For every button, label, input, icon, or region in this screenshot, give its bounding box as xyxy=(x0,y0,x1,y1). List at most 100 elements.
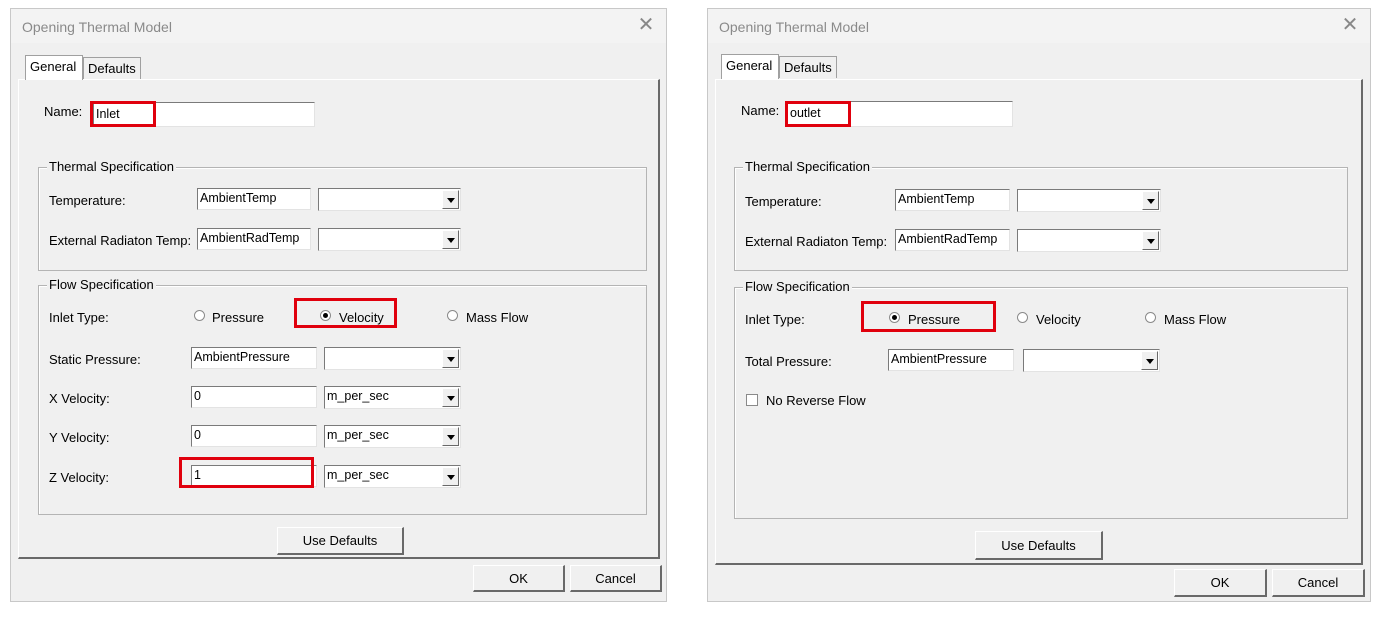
left-ext-rad-label: External Radiaton Temp: xyxy=(49,233,192,248)
left-tab-general[interactable]: General xyxy=(25,55,83,80)
right-titlebar: Opening Thermal Model ✕ xyxy=(708,9,1370,43)
left-ext-rad-value: AmbientRadTemp xyxy=(200,231,300,245)
left-ok-button[interactable]: OK xyxy=(473,565,565,592)
left-use-defaults-label: Use Defaults xyxy=(302,533,378,548)
left-ext-rad-field[interactable]: AmbientRadTemp xyxy=(197,228,311,250)
left-zvel-highlight xyxy=(179,457,314,488)
close-icon[interactable]: ✕ xyxy=(634,13,658,37)
left-titlebar: Opening Thermal Model ✕ xyxy=(11,9,666,43)
right-thermal-title: Thermal Specification xyxy=(743,159,872,174)
left-ok-label: OK xyxy=(509,571,528,586)
right-total-pressure-label: Total Pressure: xyxy=(745,354,832,369)
right-radio-velocity-label: Velocity xyxy=(1036,312,1081,327)
right-ok-button[interactable]: OK xyxy=(1174,569,1267,597)
right-total-pressure-field[interactable]: AmbientPressure xyxy=(888,349,1014,371)
left-yvel-field[interactable]: 0 xyxy=(191,425,317,447)
right-cancel-button[interactable]: Cancel xyxy=(1272,569,1365,597)
right-use-defaults-button[interactable]: Use Defaults xyxy=(975,531,1103,560)
right-dialog: Opening Thermal Model ✕ General Defaults… xyxy=(707,8,1371,602)
right-radio-massflow[interactable] xyxy=(1145,312,1156,323)
right-temperature-value: AmbientTemp xyxy=(898,192,975,206)
close-icon[interactable]: ✕ xyxy=(1338,13,1362,37)
right-radio-velocity[interactable] xyxy=(1017,312,1028,323)
right-cancel-label: Cancel xyxy=(1297,575,1339,590)
right-temperature-unit-combo[interactable] xyxy=(1017,189,1161,212)
left-xvel-unit: m_per_sec xyxy=(327,389,389,403)
left-dialog-title: Opening Thermal Model xyxy=(22,19,172,35)
left-zvel-label: Z Velocity: xyxy=(49,470,109,485)
left-yvel-unit-combo[interactable]: m_per_sec xyxy=(324,425,461,448)
right-tab-defaults[interactable]: Defaults xyxy=(779,56,837,78)
left-radio-pressure-label: Pressure xyxy=(212,310,265,325)
left-yvel-label: Y Velocity: xyxy=(49,430,110,445)
right-pressure-highlight xyxy=(861,301,996,332)
left-flow-title: Flow Specification xyxy=(47,277,156,292)
left-name-label: Name: xyxy=(44,104,83,119)
chevron-down-icon[interactable] xyxy=(442,349,459,368)
left-name-highlight xyxy=(90,101,156,127)
right-flow-title: Flow Specification xyxy=(743,279,852,294)
left-use-defaults-button[interactable]: Use Defaults xyxy=(277,527,404,555)
right-name-highlight xyxy=(785,101,851,127)
left-xvel-field[interactable]: 0 xyxy=(191,386,317,408)
left-static-pressure-field[interactable]: AmbientPressure xyxy=(191,347,317,369)
right-tab-defaults-label: Defaults xyxy=(784,60,832,75)
left-tab-general-label: General xyxy=(30,59,77,74)
left-xvel-unit-combo[interactable]: m_per_sec xyxy=(324,386,461,409)
right-no-reverse-label: No Reverse Flow xyxy=(766,393,866,408)
right-tab-general[interactable]: General xyxy=(721,54,779,79)
right-radio-massflow-label: Mass Flow xyxy=(1164,312,1227,327)
left-cancel-label: Cancel xyxy=(595,571,636,586)
left-xvel-label: X Velocity: xyxy=(49,391,110,406)
left-xvel-value: 0 xyxy=(194,389,201,403)
left-radio-pressure[interactable] xyxy=(194,310,205,321)
right-ext-rad-label: External Radiaton Temp: xyxy=(745,234,888,249)
left-thermal-title: Thermal Specification xyxy=(47,159,176,174)
left-yvel-unit: m_per_sec xyxy=(327,428,389,442)
left-static-pressure-unit-combo[interactable] xyxy=(324,347,461,370)
right-ext-rad-unit-combo[interactable] xyxy=(1017,229,1161,252)
right-no-reverse-checkbox[interactable] xyxy=(746,394,758,406)
chevron-down-icon[interactable] xyxy=(442,427,459,446)
right-tab-general-label: General xyxy=(726,58,773,73)
left-zvel-unit: m_per_sec xyxy=(327,468,389,482)
right-name-label: Name: xyxy=(741,103,780,118)
left-temperature-value: AmbientTemp xyxy=(200,191,277,205)
chevron-down-icon[interactable] xyxy=(1141,351,1158,370)
left-radio-massflow-label: Mass Flow xyxy=(466,310,529,325)
left-cancel-button[interactable]: Cancel xyxy=(570,565,662,592)
left-tab-defaults[interactable]: Defaults xyxy=(83,57,141,79)
left-thermal-group: Thermal Specification Temperature: Ambie… xyxy=(38,159,647,271)
chevron-down-icon[interactable] xyxy=(1142,231,1159,250)
left-zvel-unit-combo[interactable]: m_per_sec xyxy=(324,465,461,488)
left-ext-rad-unit-combo[interactable] xyxy=(318,228,461,251)
right-total-pressure-value: AmbientPressure xyxy=(891,352,987,366)
left-inlet-type-label: Inlet Type: xyxy=(49,310,109,325)
right-temperature-field[interactable]: AmbientTemp xyxy=(895,189,1010,211)
right-flow-group: Flow Specification Inlet Type: Pressure … xyxy=(734,279,1348,519)
chevron-down-icon[interactable] xyxy=(442,388,459,407)
right-thermal-group: Thermal Specification Temperature: Ambie… xyxy=(734,159,1348,271)
right-dialog-title: Opening Thermal Model xyxy=(719,19,869,35)
left-temperature-label: Temperature: xyxy=(49,193,126,208)
left-static-pressure-value: AmbientPressure xyxy=(194,350,290,364)
right-ext-rad-value: AmbientRadTemp xyxy=(898,232,998,246)
chevron-down-icon[interactable] xyxy=(1142,191,1159,210)
left-velocity-highlight xyxy=(294,298,397,328)
right-inlet-type-label: Inlet Type: xyxy=(745,312,805,327)
left-temperature-unit-combo[interactable] xyxy=(318,188,461,211)
right-total-pressure-unit-combo[interactable] xyxy=(1023,349,1160,372)
chevron-down-icon[interactable] xyxy=(442,467,459,486)
left-static-pressure-label: Static Pressure: xyxy=(49,352,141,367)
right-general-panel: Name: outlet Thermal Specification Tempe… xyxy=(715,79,1363,565)
right-ext-rad-field[interactable]: AmbientRadTemp xyxy=(895,229,1010,251)
right-use-defaults-label: Use Defaults xyxy=(1001,538,1076,553)
left-radio-massflow[interactable] xyxy=(447,310,458,321)
chevron-down-icon[interactable] xyxy=(442,230,459,249)
left-temperature-field[interactable]: AmbientTemp xyxy=(197,188,311,210)
left-yvel-value: 0 xyxy=(194,428,201,442)
chevron-down-icon[interactable] xyxy=(442,190,459,209)
right-ok-label: OK xyxy=(1210,575,1230,590)
left-tab-defaults-label: Defaults xyxy=(88,61,136,76)
right-temperature-label: Temperature: xyxy=(745,194,822,209)
